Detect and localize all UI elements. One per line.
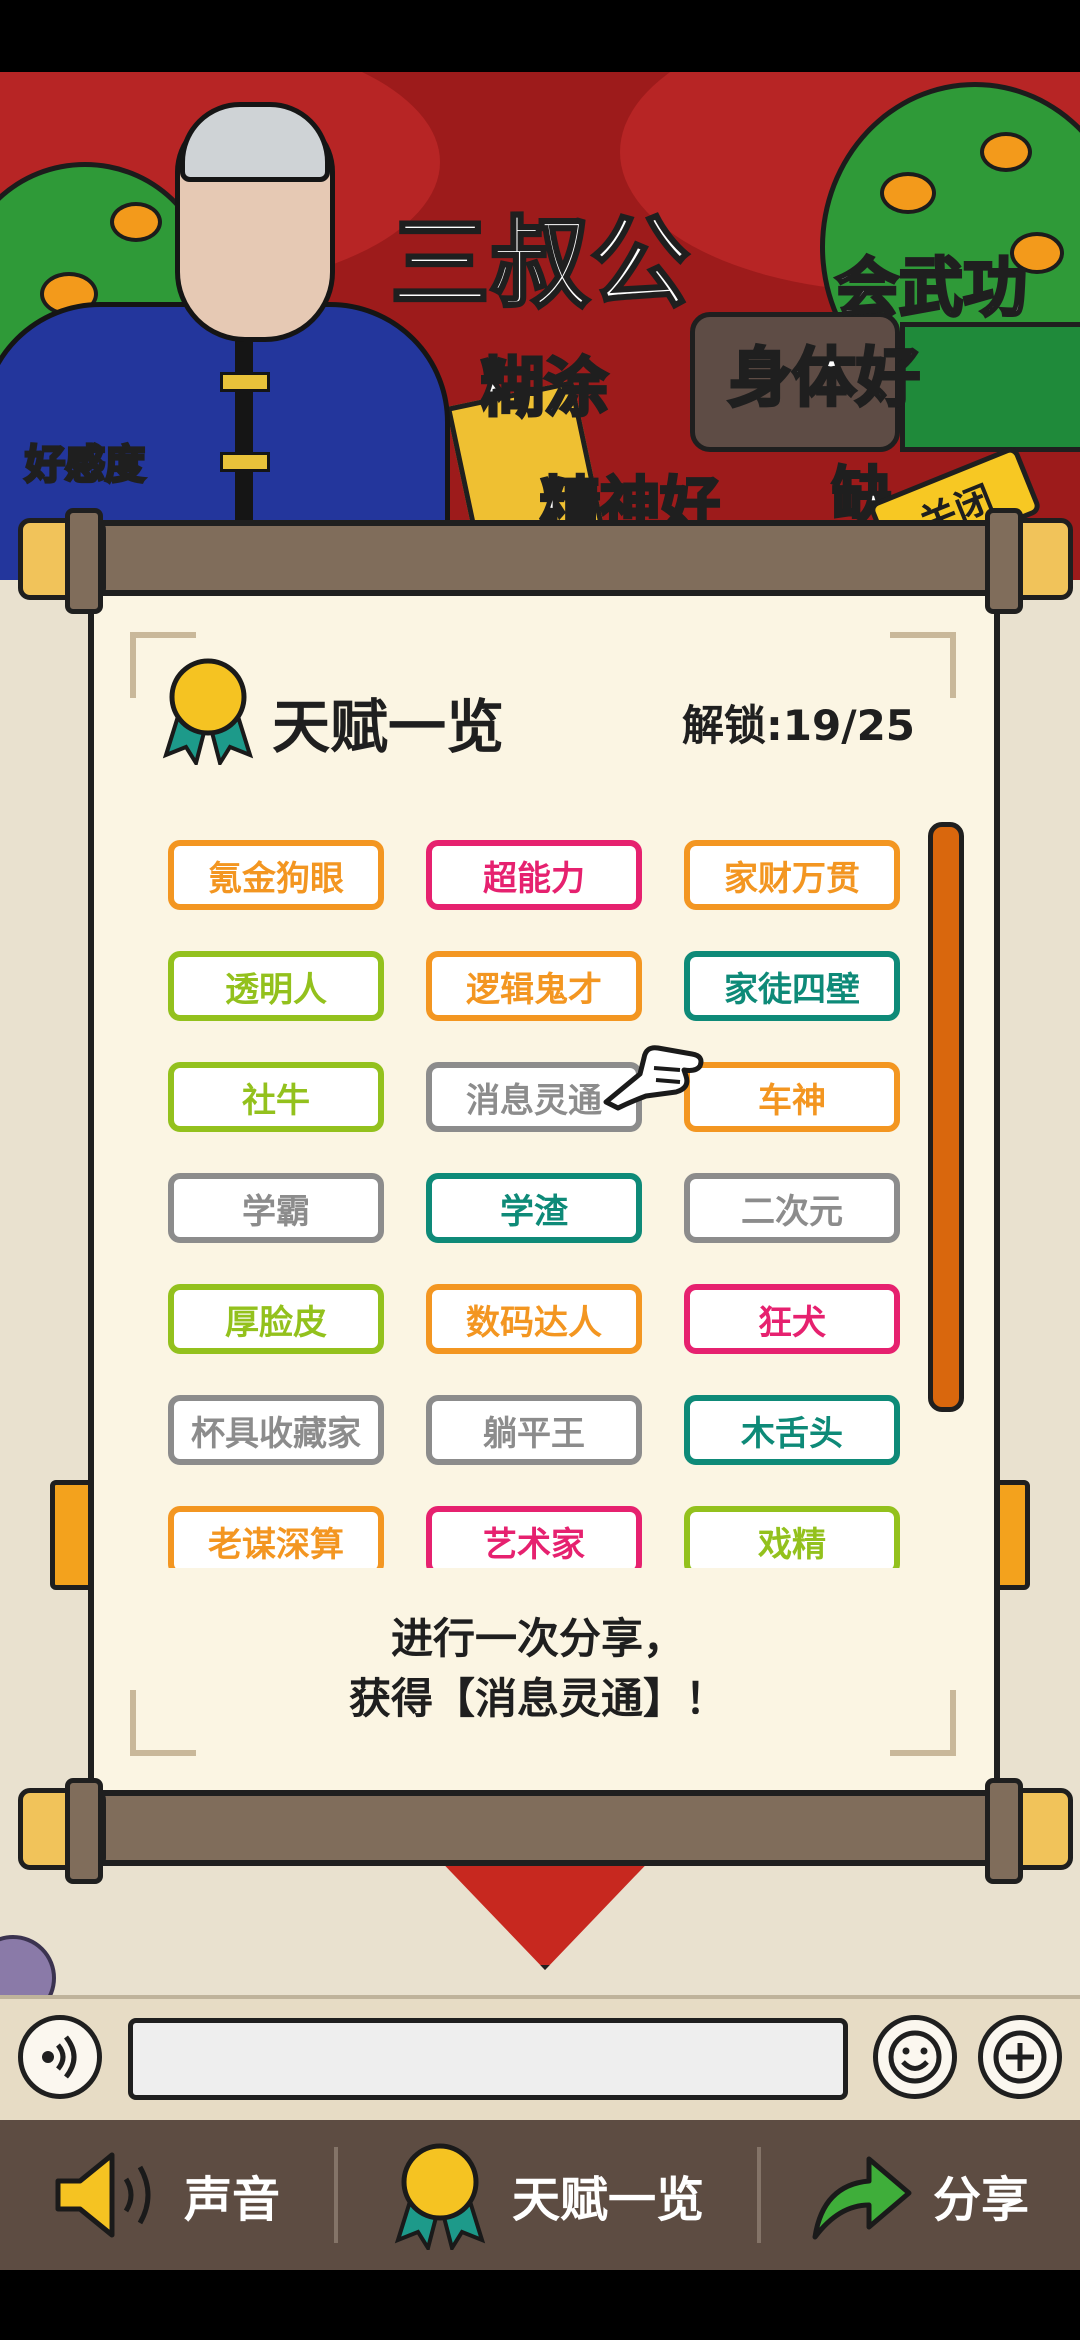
trait-text: 身体好 <box>727 341 922 418</box>
orange-fruit <box>110 202 162 242</box>
talent-tag[interactable]: 超能力 <box>426 840 642 910</box>
nav-divider <box>334 2147 338 2243</box>
talent-tag[interactable]: 数码达人 <box>426 1284 642 1354</box>
roller-ring <box>985 508 1023 614</box>
scroll-roller-bottom <box>75 1790 1017 1866</box>
talent-tag[interactable]: 氪金狗眼 <box>168 840 384 910</box>
nav-divider <box>757 2147 761 2243</box>
talents-button[interactable]: 天赋一览 <box>390 2140 740 2250</box>
talents-label: 天赋一览 <box>512 2172 705 2228</box>
share-label: 分享 <box>933 2172 1030 2228</box>
voice-icon <box>42 2035 77 2079</box>
talent-tag[interactable]: 戏精 <box>684 1506 900 1568</box>
share-hint-line1: 进行一次分享， <box>390 1614 685 1663</box>
scroll-roller-top <box>75 520 1017 596</box>
status-bar <box>0 0 1080 72</box>
unlock-count: 解锁:19/25 <box>682 701 916 750</box>
share-hint-line2: 获得【消息灵通】！ <box>348 1674 727 1723</box>
talent-tag[interactable]: 车神 <box>684 1062 900 1132</box>
voice-button[interactable] <box>18 2015 102 2099</box>
paper-corner <box>890 632 956 698</box>
roller-ring <box>65 508 103 614</box>
plus-icon <box>993 2030 1047 2084</box>
smile-icon <box>888 2030 942 2084</box>
character-button <box>220 452 270 472</box>
pointing-hand-icon <box>600 1032 710 1112</box>
talent-tag[interactable]: 木舌头 <box>684 1395 900 1465</box>
plus-button[interactable] <box>978 2015 1062 2099</box>
talent-tag[interactable]: 狂犬 <box>684 1284 900 1354</box>
emoji-button[interactable] <box>873 2015 957 2099</box>
sound-label: 声音 <box>184 2172 281 2228</box>
character-name: 三叔公 <box>389 204 692 324</box>
orange-fruit <box>880 172 936 214</box>
medal-icon <box>394 2143 486 2250</box>
talent-tag[interactable]: 家徒四壁 <box>684 951 900 1021</box>
talent-tag[interactable]: 家财万贯 <box>684 840 900 910</box>
talent-tag[interactable]: 老谋深算 <box>168 1506 384 1568</box>
green-box <box>900 322 1080 452</box>
talent-tag[interactable]: 学霸 <box>168 1173 384 1243</box>
talent-tag[interactable]: 社牛 <box>168 1062 384 1132</box>
share-button[interactable]: 分享 <box>805 2140 1065 2250</box>
talent-tag[interactable]: 二次元 <box>684 1173 900 1243</box>
roller-ring <box>985 1778 1023 1884</box>
roller-ring <box>65 1778 103 1884</box>
talent-tag[interactable]: 透明人 <box>168 951 384 1021</box>
talent-list[interactable]: 氪金狗眼 超能力 家财万贯 透明人 逻辑鬼才 家徒四壁 社牛 消息灵通 车神 学霸 学渣 二次元 厚脸皮… <box>160 840 920 1568</box>
medal-icon <box>158 655 258 768</box>
talent-tag[interactable]: 躺平王 <box>426 1395 642 1465</box>
orange-fruit <box>980 132 1032 172</box>
talent-tag[interactable]: 厚脸皮 <box>168 1284 384 1354</box>
speaker-icon <box>55 2152 151 2238</box>
talent-list-scrollbar[interactable] <box>928 822 964 1412</box>
affection-label: 好感度 <box>24 441 147 490</box>
trait-text: 糊涂 <box>479 351 610 428</box>
share-arrow-icon <box>812 2156 912 2240</box>
sound-button[interactable]: 声音 <box>50 2140 350 2250</box>
system-nav-bar <box>0 2270 1080 2340</box>
talent-tag[interactable]: 杯具收藏家 <box>168 1395 384 1465</box>
character-button <box>220 372 270 392</box>
talent-tag[interactable]: 学渣 <box>426 1173 642 1243</box>
chat-input[interactable] <box>128 2018 848 2100</box>
panel-title: 天赋一览 <box>272 693 505 761</box>
trait-text: 会武功 <box>834 251 1029 328</box>
talent-tag[interactable]: 艺术家 <box>426 1506 642 1568</box>
talent-tag[interactable]: 逻辑鬼才 <box>426 951 642 1021</box>
